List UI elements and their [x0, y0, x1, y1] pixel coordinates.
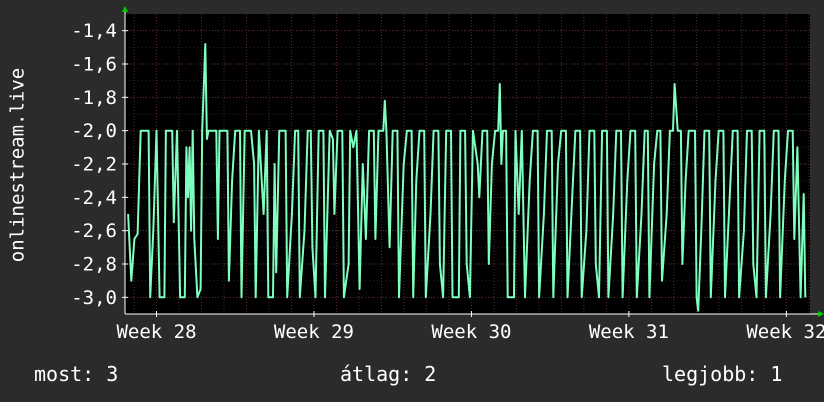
y-axis-label: onlinestream.live	[7, 68, 29, 262]
x-axis-arrow	[818, 311, 824, 317]
chart: -1,4 -1,6 -1,8 -2,0 -2,2 -2,4 -2,6 -2,8 -3,0 Wee…	[7, 6, 824, 343]
footer-average: átlag: 2	[340, 362, 437, 386]
footer-best: legjobb: 1	[662, 362, 783, 386]
y-tick-label: -2,4	[71, 187, 117, 209]
y-tick-label: -2,2	[71, 154, 117, 176]
y-tick-label: -1,6	[71, 54, 117, 76]
y-tick-label: -1,4	[71, 20, 117, 42]
footer-current: most: 3	[34, 362, 119, 386]
x-tick-label: Week 30	[431, 321, 511, 343]
y-tick-label: -2,0	[71, 120, 117, 142]
x-tick-label: Week 28	[116, 321, 196, 343]
x-tick-label: Week 32	[746, 321, 824, 343]
y-axis-ticks: -1,4 -1,6 -1,8 -2,0 -2,2 -2,4 -2,6 -2,8 -3,0	[71, 20, 128, 309]
y-tick-label: -3,0	[71, 287, 117, 309]
y-tick-label: -2,8	[71, 254, 117, 276]
y-axis-arrow	[122, 6, 128, 12]
y-tick-label: -1,8	[71, 87, 117, 109]
x-tick-label: Week 31	[589, 321, 669, 343]
x-axis-ticks: Week 28 Week 29 Week 30 Week 31 Week 32	[116, 311, 824, 343]
x-tick-label: Week 29	[274, 321, 354, 343]
y-tick-label: -2,6	[71, 220, 117, 242]
